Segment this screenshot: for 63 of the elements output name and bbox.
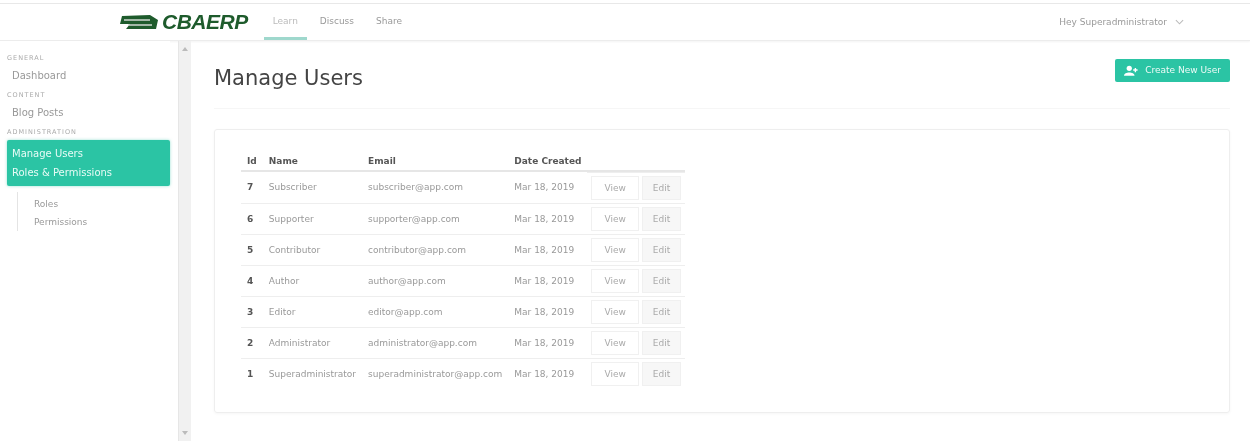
- table-cell: 5: [241, 234, 263, 265]
- table-cell: contributor@app.com: [362, 234, 509, 265]
- table-cell: Subscriber: [262, 171, 363, 203]
- table-cell: Mar 18, 2019: [508, 265, 588, 296]
- table-cell: Mar 18, 2019: [508, 203, 588, 234]
- sidebar-subitem[interactable]: Permissions: [34, 213, 170, 231]
- table-cell: Mar 18, 2019: [508, 171, 588, 203]
- column-header: Name: [262, 152, 363, 171]
- nav-tab[interactable]: Learn: [263, 4, 307, 40]
- logo-icon: [120, 12, 160, 32]
- view-button[interactable]: View: [591, 362, 639, 386]
- table-cell: Mar 18, 2019: [508, 358, 588, 389]
- view-button[interactable]: View: [591, 238, 639, 262]
- table-cell: author@app.com: [362, 265, 509, 296]
- column-header: Email: [362, 152, 509, 171]
- sidebar-item[interactable]: Blog Posts: [7, 103, 170, 122]
- edit-button[interactable]: Edit: [641, 269, 682, 293]
- view-button[interactable]: View: [591, 207, 639, 231]
- table-cell: Mar 18, 2019: [508, 327, 588, 358]
- scrollbar[interactable]: [178, 41, 191, 441]
- edit-button[interactable]: Edit: [641, 362, 682, 386]
- caret-icon: [1175, 19, 1184, 25]
- create-user-button[interactable]: Create New User: [1115, 58, 1230, 82]
- edit-button[interactable]: Edit: [641, 238, 682, 262]
- table-cell: Contributor: [262, 234, 363, 265]
- page-title: Manage Users: [214, 66, 363, 90]
- user-menu[interactable]: Hey Superadministrator: [1051, 17, 1192, 27]
- sidebar-item[interactable]: Manage Users: [7, 144, 170, 163]
- view-button[interactable]: View: [591, 269, 639, 293]
- table-cell: 6: [241, 203, 263, 234]
- logo-text: CBAERP: [162, 10, 248, 34]
- table-cell: administrator@app.com: [362, 327, 509, 358]
- table-cell: superadministrator@app.com: [362, 358, 509, 389]
- view-button[interactable]: View: [591, 300, 639, 324]
- table-cell: 1: [241, 358, 263, 389]
- table-cell: 4: [241, 265, 263, 296]
- table-cell: Supporter: [262, 203, 363, 234]
- edit-button[interactable]: Edit: [641, 300, 682, 324]
- table-cell: Superadministrator: [262, 358, 363, 389]
- sidebar-subitem[interactable]: Roles: [34, 195, 170, 213]
- table-cell: Administrator: [262, 327, 363, 358]
- column-header: Date Created: [508, 152, 588, 171]
- edit-button[interactable]: Edit: [641, 176, 682, 200]
- edit-button[interactable]: Edit: [641, 207, 682, 231]
- table-cell: Editor: [262, 296, 363, 327]
- user-add-icon: [1124, 64, 1139, 76]
- column-header: Id: [241, 152, 263, 171]
- table-cell: Mar 18, 2019: [508, 234, 588, 265]
- view-button[interactable]: View: [591, 176, 639, 200]
- table-cell: subscriber@app.com: [362, 171, 509, 203]
- nav-tab[interactable]: Discuss: [310, 4, 363, 40]
- sidebar-item[interactable]: Dashboard: [7, 66, 170, 85]
- table-cell: supporter@app.com: [362, 203, 509, 234]
- edit-button[interactable]: Edit: [641, 331, 682, 355]
- table-cell: Author: [262, 265, 363, 296]
- table-cell: 7: [241, 171, 263, 203]
- table-cell: 2: [241, 327, 263, 358]
- view-button[interactable]: View: [591, 331, 639, 355]
- table-cell: 3: [241, 296, 263, 327]
- table-cell: editor@app.com: [362, 296, 509, 327]
- table-cell: Mar 18, 2019: [508, 296, 588, 327]
- nav-tab[interactable]: Share: [367, 4, 411, 40]
- sidebar-item[interactable]: Roles & Permissions: [7, 163, 170, 182]
